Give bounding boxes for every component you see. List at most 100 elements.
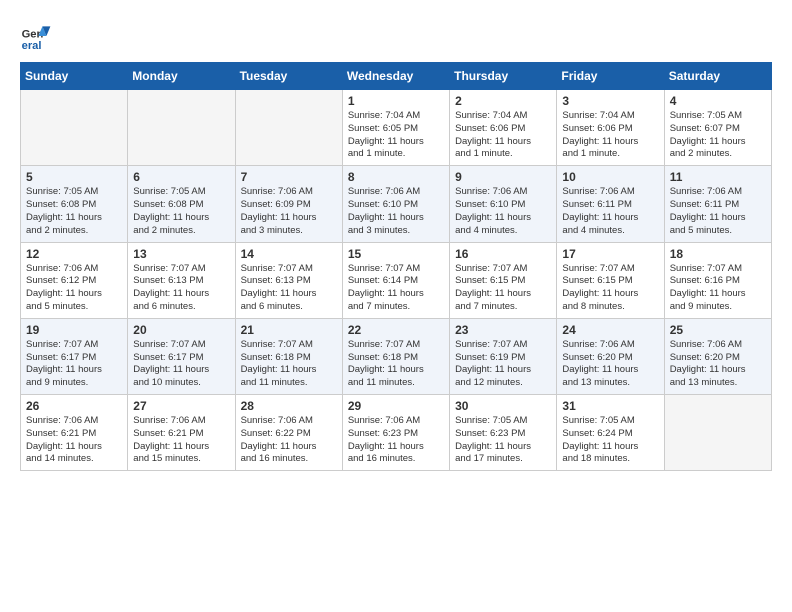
- day-info: Sunrise: 7:06 AM Sunset: 6:11 PM Dayligh…: [562, 186, 658, 237]
- calendar-week-row: 19 Sunrise: 7:07 AM Sunset: 6:17 PM Dayli…: [21, 318, 772, 394]
- calendar-day-cell: 8 Sunrise: 7:06 AM Sunset: 6:10 PM Daylig…: [342, 166, 449, 242]
- day-number: 2: [455, 94, 551, 108]
- day-info: Sunrise: 7:04 AM Sunset: 6:06 PM Dayligh…: [455, 110, 551, 161]
- day-info: Sunrise: 7:07 AM Sunset: 6:19 PM Dayligh…: [455, 339, 551, 390]
- day-number: 27: [133, 399, 229, 413]
- calendar-day-cell: 16 Sunrise: 7:07 AM Sunset: 6:15 PM Dayli…: [450, 242, 557, 318]
- day-number: 1: [348, 94, 444, 108]
- calendar-day-cell: 12 Sunrise: 7:06 AM Sunset: 6:12 PM Dayli…: [21, 242, 128, 318]
- calendar-day-cell: 29 Sunrise: 7:06 AM Sunset: 6:23 PM Dayli…: [342, 395, 449, 471]
- day-number: 19: [26, 323, 122, 337]
- day-number: 7: [241, 170, 337, 184]
- calendar-day-cell: 3 Sunrise: 7:04 AM Sunset: 6:06 PM Daylig…: [557, 90, 664, 166]
- calendar-day-cell: 28 Sunrise: 7:06 AM Sunset: 6:22 PM Dayli…: [235, 395, 342, 471]
- day-number: 24: [562, 323, 658, 337]
- day-info: Sunrise: 7:06 AM Sunset: 6:22 PM Dayligh…: [241, 415, 337, 466]
- day-info: Sunrise: 7:07 AM Sunset: 6:15 PM Dayligh…: [455, 263, 551, 314]
- day-number: 10: [562, 170, 658, 184]
- calendar-day-cell: 19 Sunrise: 7:07 AM Sunset: 6:17 PM Dayli…: [21, 318, 128, 394]
- calendar-day-cell: 18Sunrise: 7:07 AM Sunset: 6:16 PM Dayli…: [664, 242, 771, 318]
- day-of-week-header: Sunday: [21, 63, 128, 90]
- day-info: Sunrise: 7:07 AM Sunset: 6:18 PM Dayligh…: [348, 339, 444, 390]
- day-of-week-header: Wednesday: [342, 63, 449, 90]
- day-number: 15: [348, 247, 444, 261]
- day-number: 16: [455, 247, 551, 261]
- day-of-week-header: Saturday: [664, 63, 771, 90]
- calendar-day-cell: 31Sunrise: 7:05 AM Sunset: 6:24 PM Dayli…: [557, 395, 664, 471]
- day-info: Sunrise: 7:06 AM Sunset: 6:11 PM Dayligh…: [670, 186, 766, 237]
- calendar-day-cell: 23 Sunrise: 7:07 AM Sunset: 6:19 PM Dayli…: [450, 318, 557, 394]
- day-number: 26: [26, 399, 122, 413]
- day-number: 5: [26, 170, 122, 184]
- calendar-day-cell: 5Sunrise: 7:05 AM Sunset: 6:08 PM Daylig…: [21, 166, 128, 242]
- day-of-week-header: Tuesday: [235, 63, 342, 90]
- day-info: Sunrise: 7:04 AM Sunset: 6:05 PM Dayligh…: [348, 110, 444, 161]
- day-info: Sunrise: 7:07 AM Sunset: 6:13 PM Dayligh…: [241, 263, 337, 314]
- day-number: 29: [348, 399, 444, 413]
- day-number: 18: [670, 247, 766, 261]
- day-info: Sunrise: 7:04 AM Sunset: 6:06 PM Dayligh…: [562, 110, 658, 161]
- logo: Gen eral: [20, 20, 54, 52]
- calendar-header-row: SundayMondayTuesdayWednesdayThursdayFrid…: [21, 63, 772, 90]
- calendar-week-row: 1 Sunrise: 7:04 AM Sunset: 6:05 PM Daylig…: [21, 90, 772, 166]
- calendar-day-cell: 2 Sunrise: 7:04 AM Sunset: 6:06 PM Daylig…: [450, 90, 557, 166]
- calendar-day-cell: 21 Sunrise: 7:07 AM Sunset: 6:18 PM Dayli…: [235, 318, 342, 394]
- day-info: Sunrise: 7:07 AM Sunset: 6:14 PM Dayligh…: [348, 263, 444, 314]
- day-number: 22: [348, 323, 444, 337]
- calendar-week-row: 5 Sunrise: 7:05 AM Sunset: 6:08 PM Daylig…: [21, 166, 772, 242]
- day-number: 21: [241, 323, 337, 337]
- day-info: Sunrise: 7:07 AM Sunset: 6:13 PM Dayligh…: [133, 263, 229, 314]
- calendar-day-cell: 6 Sunrise: 7:05 AM Sunset: 6:08 PM Daylig…: [128, 166, 235, 242]
- calendar-table: SundayMondayTuesdayWednesdayThursdayFrid…: [20, 62, 772, 471]
- calendar-day-cell: 15 Sunrise: 7:07 AM Sunset: 6:14 PM Dayli…: [342, 242, 449, 318]
- calendar-day-cell: 10 Sunrise: 7:06 AM Sunset: 6:11 PM Dayli…: [557, 166, 664, 242]
- day-info: Sunrise: 7:05 AM Sunset: 6:08 PM Dayligh…: [133, 186, 229, 237]
- day-of-week-header: Friday: [557, 63, 664, 90]
- day-info: Sunrise: 7:06 AM Sunset: 6:23 PM Dayligh…: [348, 415, 444, 466]
- calendar-day-cell: 17Sunrise: 7:07 AM Sunset: 6:15 PM Dayli…: [557, 242, 664, 318]
- calendar-day-cell: 25 Sunrise: 7:06 AM Sunset: 6:20 PM Dayli…: [664, 318, 771, 394]
- day-number: 25: [670, 323, 766, 337]
- calendar-day-cell: 11Sunrise: 7:06 AM Sunset: 6:11 PM Dayli…: [664, 166, 771, 242]
- day-number: 14: [241, 247, 337, 261]
- day-info: Sunrise: 7:06 AM Sunset: 6:10 PM Dayligh…: [455, 186, 551, 237]
- calendar-day-cell: [21, 90, 128, 166]
- calendar-day-cell: [664, 395, 771, 471]
- day-number: 6: [133, 170, 229, 184]
- day-info: Sunrise: 7:07 AM Sunset: 6:18 PM Dayligh…: [241, 339, 337, 390]
- calendar-day-cell: 26 Sunrise: 7:06 AM Sunset: 6:21 PM Dayli…: [21, 395, 128, 471]
- day-number: 23: [455, 323, 551, 337]
- day-info: Sunrise: 7:07 AM Sunset: 6:17 PM Dayligh…: [26, 339, 122, 390]
- day-info: Sunrise: 7:06 AM Sunset: 6:10 PM Dayligh…: [348, 186, 444, 237]
- calendar-day-cell: 20 Sunrise: 7:07 AM Sunset: 6:17 PM Dayli…: [128, 318, 235, 394]
- day-info: Sunrise: 7:06 AM Sunset: 6:21 PM Dayligh…: [133, 415, 229, 466]
- calendar-day-cell: 4Sunrise: 7:05 AM Sunset: 6:07 PM Daylig…: [664, 90, 771, 166]
- calendar-day-cell: 14 Sunrise: 7:07 AM Sunset: 6:13 PM Dayli…: [235, 242, 342, 318]
- calendar-day-cell: 1 Sunrise: 7:04 AM Sunset: 6:05 PM Daylig…: [342, 90, 449, 166]
- calendar-day-cell: [235, 90, 342, 166]
- day-info: Sunrise: 7:06 AM Sunset: 6:20 PM Dayligh…: [670, 339, 766, 390]
- day-number: 13: [133, 247, 229, 261]
- day-info: Sunrise: 7:07 AM Sunset: 6:17 PM Dayligh…: [133, 339, 229, 390]
- calendar-day-cell: 30Sunrise: 7:05 AM Sunset: 6:23 PM Dayli…: [450, 395, 557, 471]
- calendar-week-row: 12 Sunrise: 7:06 AM Sunset: 6:12 PM Dayli…: [21, 242, 772, 318]
- day-number: 8: [348, 170, 444, 184]
- svg-text:eral: eral: [22, 40, 42, 52]
- day-number: 9: [455, 170, 551, 184]
- calendar-day-cell: 27 Sunrise: 7:06 AM Sunset: 6:21 PM Dayli…: [128, 395, 235, 471]
- calendar-week-row: 26 Sunrise: 7:06 AM Sunset: 6:21 PM Dayli…: [21, 395, 772, 471]
- calendar-day-cell: 13 Sunrise: 7:07 AM Sunset: 6:13 PM Dayli…: [128, 242, 235, 318]
- day-of-week-header: Monday: [128, 63, 235, 90]
- day-info: Sunrise: 7:06 AM Sunset: 6:12 PM Dayligh…: [26, 263, 122, 314]
- day-info: Sunrise: 7:06 AM Sunset: 6:21 PM Dayligh…: [26, 415, 122, 466]
- day-number: 20: [133, 323, 229, 337]
- day-number: 28: [241, 399, 337, 413]
- day-number: 30: [455, 399, 551, 413]
- day-number: 12: [26, 247, 122, 261]
- page-header: Gen eral: [20, 20, 772, 52]
- calendar-day-cell: [128, 90, 235, 166]
- day-number: 3: [562, 94, 658, 108]
- day-number: 4: [670, 94, 766, 108]
- day-info: Sunrise: 7:06 AM Sunset: 6:09 PM Dayligh…: [241, 186, 337, 237]
- calendar-day-cell: 9 Sunrise: 7:06 AM Sunset: 6:10 PM Daylig…: [450, 166, 557, 242]
